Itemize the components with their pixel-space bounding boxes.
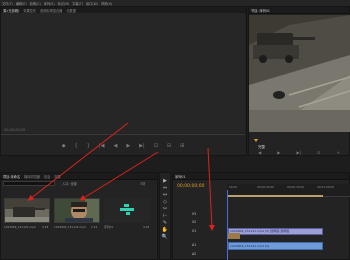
project-filter-dropdown[interactable]: 入口: 全部 <box>62 181 77 186</box>
track-select-tool-icon[interactable]: ⇔ <box>163 186 167 191</box>
project-item-count: 3项 <box>140 182 146 186</box>
tank-thumbnail-image <box>5 199 49 222</box>
project-item-thumbnail[interactable] <box>4 198 50 223</box>
man-thumbnail-image <box>55 199 99 222</box>
street-scene-image <box>249 15 350 132</box>
project-item-duration: 4:23 <box>143 225 150 229</box>
source-viewer[interactable] <box>1 13 245 133</box>
rate-stretch-tool-icon[interactable]: ◇ <box>163 200 167 205</box>
tab-audio-mixer[interactable]: 音频剪辑混合器 <box>40 8 62 13</box>
step-back-icon[interactable]: ◀ <box>258 150 261 155</box>
project-item-duration: 4:23 <box>42 225 49 229</box>
menu-file[interactable]: 文件(F) <box>2 1 13 6</box>
sequence-icon <box>120 204 134 215</box>
ruler-tick: 00;00 <box>229 185 238 189</box>
clip-thumbnail-image <box>228 233 240 239</box>
menu-sequence[interactable]: 序列(S) <box>44 1 55 6</box>
project-item-label[interactable]: 序列01 <box>104 225 113 229</box>
work-area-bar[interactable] <box>227 195 323 197</box>
tab-info[interactable]: 信息 <box>44 174 50 179</box>
tab-effects[interactable]: 效果 <box>54 174 60 179</box>
hand-tool-icon[interactable]: ✋ <box>162 228 168 233</box>
go-to-out-icon[interactable]: ▶| <box>296 150 300 155</box>
tab-metadata[interactable]: 元数据 <box>66 8 76 13</box>
menu-clip[interactable]: 剪辑(C) <box>30 1 41 6</box>
selection-tool-icon[interactable]: ▶ <box>163 179 167 184</box>
project-item-thumbnail[interactable] <box>104 198 150 223</box>
project-search-input[interactable] <box>3 181 55 186</box>
step-back-icon[interactable]: ◀ <box>113 143 117 149</box>
source-transport-controls: ◆ { } |◀ ◀ ▶ ▶| ⊡ ⊟ ⊞ <box>1 140 245 152</box>
timeline-timecode[interactable]: 00;00;00;00 <box>177 184 204 189</box>
pen-tool-icon[interactable]: ✎ <box>163 221 167 226</box>
go-to-out-icon[interactable]: ▶| <box>139 143 145 149</box>
tab-program[interactable]: 节目: 序列01 <box>251 8 270 13</box>
tab-project[interactable]: 项目:未命名 <box>3 174 20 179</box>
menu-edit[interactable]: 编辑(E) <box>16 1 27 6</box>
ruler-tick: 00;00;30;00 <box>287 185 305 189</box>
audio-clip[interactable]: 1024609_151121.mp4 [A] <box>228 242 323 250</box>
video-clip[interactable]: 1024609_151121.mp4 [V] 透明度:透明度 <box>228 228 323 235</box>
program-video-frame[interactable] <box>249 15 350 132</box>
track-name-v2: V2 <box>192 220 197 224</box>
track-name-v1: V1 <box>192 229 197 233</box>
razor-tool-icon[interactable]: ✂ <box>163 207 167 212</box>
ruler-tick: 00;01;00;00 <box>317 185 335 189</box>
add-button-icon[interactable]: + <box>337 150 340 155</box>
tab-source[interactable]: 源:(无剪辑) <box>3 8 19 13</box>
timeline-tabbar: 序列01 <box>173 173 349 180</box>
add-marker-icon[interactable]: ◆ <box>62 143 66 149</box>
track-name-a1: A1 <box>192 243 197 247</box>
program-tabbar: 节目: 序列01 <box>249 7 349 14</box>
ripple-edit-tool-icon[interactable]: ↔ <box>163 193 167 198</box>
tab-effect-controls[interactable]: 效果控件 <box>23 8 36 13</box>
play-icon[interactable]: ▶ <box>277 150 280 155</box>
project-item-thumbnail[interactable] <box>54 198 100 223</box>
mark-out-icon[interactable]: } <box>87 143 90 149</box>
export-frame-icon[interactable]: ⊞ <box>180 143 184 149</box>
slip-tool-icon[interactable]: ⊢ <box>163 214 167 219</box>
overwrite-icon[interactable]: ⊟ <box>167 143 171 149</box>
source-time-ruler[interactable] <box>1 134 245 138</box>
mark-in-icon[interactable]: { <box>75 143 78 149</box>
program-transport-controls: ◀ ▶ ▶| ⊡ + <box>250 150 348 155</box>
play-icon[interactable]: ▶ <box>126 143 130 149</box>
track-name-v3: V3 <box>192 212 197 216</box>
tab-sequence[interactable]: 序列01 <box>175 174 185 179</box>
menu-marker[interactable]: 标记(M) <box>58 1 70 6</box>
menu-window[interactable]: 窗口(W) <box>86 1 98 6</box>
zoom-tool-icon[interactable]: 🔍 <box>162 235 168 240</box>
menu-help[interactable]: 帮助(H) <box>101 1 112 6</box>
tools-panel: ▶ ⇔ ↔ ◇ ✂ ⊢ ✎ ✋ 🔍 <box>159 172 171 260</box>
insert-icon[interactable]: ⊡ <box>154 143 158 149</box>
source-timecode[interactable]: 00;00;00;00 <box>4 128 25 132</box>
tab-media-browser[interactable]: 媒体浏览器 <box>24 174 40 179</box>
project-item-duration: 2:12 <box>91 225 98 229</box>
project-tabbar: 项目:未命名 媒体浏览器 信息 效果 <box>1 173 157 180</box>
lift-icon[interactable]: ⊡ <box>317 150 320 155</box>
menu-title[interactable]: 字幕(T) <box>72 1 83 6</box>
track-name-a2: A2 <box>192 252 197 256</box>
go-to-in-icon[interactable]: |◀ <box>99 143 105 149</box>
ruler-tick: 00;00;00;00 <box>257 185 275 189</box>
project-item-label[interactable]: 1024609_151122.mp4 <box>54 225 86 229</box>
program-playhead-icon[interactable] <box>254 139 258 142</box>
project-item-label[interactable]: 1024609_151121.mp4 <box>4 225 36 229</box>
